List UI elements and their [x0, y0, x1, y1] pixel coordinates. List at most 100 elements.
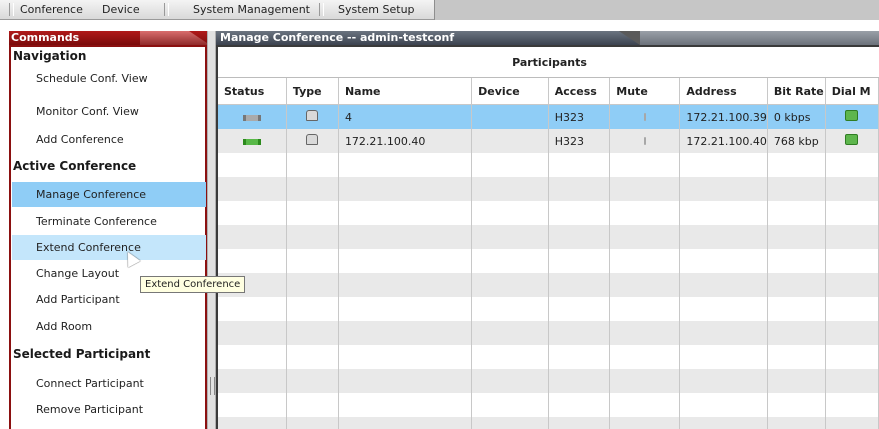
name-cell: 4 — [338, 104, 473, 129]
empty-table-row — [218, 177, 879, 201]
empty-cell — [679, 393, 768, 417]
col-name[interactable]: Name — [338, 78, 473, 105]
bitrate-cell: 0 kbps — [767, 104, 826, 129]
menu-device[interactable]: Device — [102, 3, 140, 16]
empty-cell — [286, 297, 339, 321]
empty-cell — [767, 153, 826, 177]
empty-cell — [825, 273, 879, 297]
empty-cell — [286, 417, 339, 429]
empty-cell — [286, 201, 339, 225]
empty-table-row — [218, 417, 879, 429]
menu-system-setup[interactable]: System Setup — [338, 3, 415, 16]
empty-cell — [471, 393, 549, 417]
empty-cell — [471, 273, 549, 297]
address-cell: 172.21.100.39 — [679, 104, 768, 129]
empty-cell — [338, 273, 473, 297]
empty-table-row — [218, 393, 879, 417]
dial-cell[interactable] — [825, 129, 879, 153]
col-type[interactable]: Type — [286, 78, 339, 105]
splitter-grip[interactable] — [210, 377, 215, 395]
dial-out-icon[interactable] — [845, 110, 859, 121]
empty-table-row — [218, 153, 879, 177]
cmd-monitor-conf-view[interactable]: Monitor Conf. View — [12, 99, 206, 124]
empty-cell — [825, 417, 879, 429]
status-cell — [218, 129, 287, 153]
col-dial-mode[interactable]: Dial M — [825, 78, 879, 105]
empty-cell — [825, 369, 879, 393]
dial-cell[interactable] — [825, 104, 879, 129]
empty-cell — [767, 369, 826, 393]
table-row[interactable]: 4 H323 172.21.100.39 0 kbps — [218, 104, 879, 129]
address-cell: 172.21.100.40 — [679, 129, 768, 153]
empty-cell — [338, 393, 473, 417]
empty-cell — [471, 201, 549, 225]
empty-cell — [609, 417, 681, 429]
mic-icon[interactable] — [643, 136, 646, 145]
manage-header-right — [640, 31, 879, 45]
empty-cell — [679, 153, 768, 177]
empty-cell — [471, 153, 549, 177]
empty-cell — [548, 321, 611, 345]
empty-cell — [338, 225, 473, 249]
empty-cell — [679, 273, 768, 297]
menu-conference[interactable]: Conference — [20, 3, 83, 16]
empty-table-row — [218, 249, 879, 273]
cmd-schedule-conf-view[interactable]: Schedule Conf. View — [12, 66, 206, 91]
empty-cell — [338, 201, 473, 225]
col-mute[interactable]: Mute — [609, 78, 681, 105]
cmd-terminate-conference[interactable]: Terminate Conference — [12, 209, 206, 234]
empty-cell — [609, 153, 681, 177]
cmd-add-conference[interactable]: Add Conference — [12, 127, 206, 152]
empty-cell — [679, 321, 768, 345]
empty-cell — [825, 201, 879, 225]
empty-cell — [218, 393, 287, 417]
empty-table-row — [218, 273, 879, 297]
mic-icon[interactable] — [643, 112, 646, 121]
empty-cell — [218, 177, 287, 201]
cmd-extend-conference[interactable]: Extend Conference — [12, 235, 206, 260]
empty-cell — [548, 369, 611, 393]
empty-cell — [548, 177, 611, 201]
col-status[interactable]: Status — [218, 78, 287, 105]
empty-cell — [825, 249, 879, 273]
empty-cell — [767, 321, 826, 345]
dial-out-icon[interactable] — [845, 134, 859, 145]
type-cell — [286, 129, 339, 153]
empty-cell — [679, 417, 768, 429]
empty-cell — [286, 393, 339, 417]
panel-splitter[interactable] — [207, 31, 216, 429]
empty-cell — [679, 201, 768, 225]
mute-cell[interactable] — [609, 104, 681, 129]
col-device[interactable]: Device — [471, 78, 549, 105]
mute-cell[interactable] — [609, 129, 681, 153]
tooltip: Extend Conference — [140, 276, 246, 293]
empty-cell — [548, 417, 611, 429]
empty-cell — [338, 345, 473, 369]
bitrate-cell: 768 kbp — [767, 129, 826, 153]
empty-cell — [609, 201, 681, 225]
menu-system-management[interactable]: System Management — [193, 3, 310, 16]
endpoint-icon — [306, 134, 319, 145]
empty-cell — [218, 153, 287, 177]
empty-cell — [609, 177, 681, 201]
empty-cell — [471, 417, 549, 429]
device-cell — [471, 129, 549, 153]
cmd-remove-participant[interactable]: Remove Participant — [12, 397, 206, 422]
empty-cell — [218, 225, 287, 249]
endpoint-icon — [306, 110, 319, 121]
connected-status-icon — [242, 138, 261, 145]
col-bit-rate[interactable]: Bit Rate — [767, 78, 826, 105]
empty-cell — [767, 225, 826, 249]
col-address[interactable]: Address — [679, 78, 768, 105]
cmd-manage-conference[interactable]: Manage Conference — [12, 182, 206, 207]
empty-cell — [825, 321, 879, 345]
cmd-add-room[interactable]: Add Room — [12, 314, 206, 339]
empty-cell — [471, 321, 549, 345]
empty-cell — [767, 393, 826, 417]
table-row[interactable]: 172.21.100.40 H323 172.21.100.40 768 kbp — [218, 129, 879, 153]
col-access[interactable]: Access — [548, 78, 611, 105]
empty-cell — [609, 249, 681, 273]
status-cell — [218, 104, 287, 129]
empty-cell — [609, 393, 681, 417]
cmd-connect-participant[interactable]: Connect Participant — [12, 371, 206, 396]
